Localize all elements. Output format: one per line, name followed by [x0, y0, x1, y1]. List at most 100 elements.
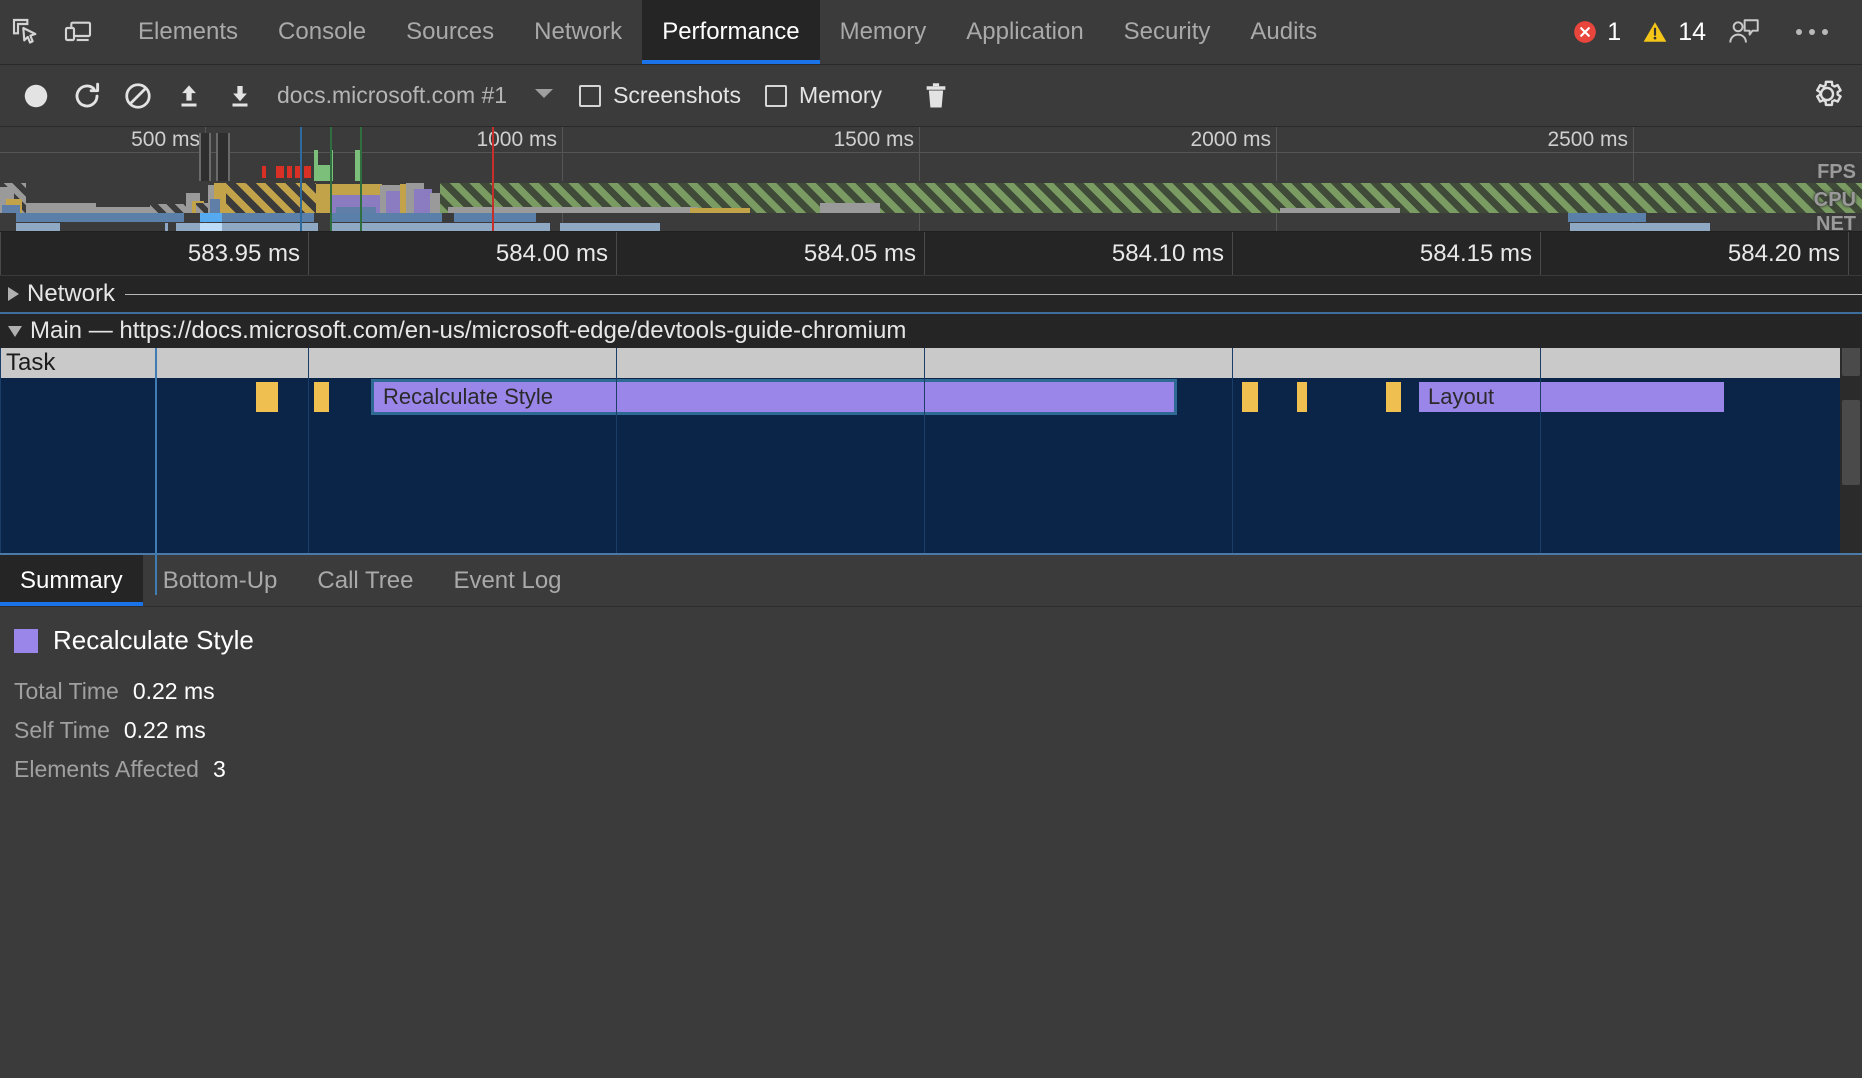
network-request-bar-selected	[200, 213, 222, 222]
summary-row: Self Time 0.22 ms	[14, 717, 1848, 744]
net-error-tick	[276, 166, 284, 178]
flame-event[interactable]	[1386, 382, 1401, 412]
flame-event[interactable]	[1242, 382, 1258, 412]
details-tabs: Summary Bottom-Up Call Tree Event Log	[0, 555, 1862, 607]
memory-checkbox-box[interactable]	[764, 84, 787, 107]
chevron-down-icon[interactable]	[533, 85, 555, 106]
error-count-label: 1	[1607, 17, 1622, 46]
time-ruler-tick: 584.20 ms	[1540, 232, 1848, 275]
network-request-bar	[222, 223, 318, 231]
reload-and-record-button[interactable]	[61, 74, 112, 118]
net-error-tick	[287, 166, 292, 178]
save-profile-button[interactable]	[214, 74, 265, 118]
network-request-bar	[1570, 223, 1710, 231]
cpu-idle-hatch	[150, 204, 186, 213]
cpu-loading-area	[2, 205, 20, 213]
details-tab-call-tree[interactable]: Call Tree	[297, 555, 433, 606]
warning-count-label: 14	[1678, 17, 1706, 46]
time-ruler-tick: 583.95 ms	[0, 232, 308, 275]
capture-settings-gear-icon[interactable]	[1808, 75, 1846, 118]
device-toolbar-icon[interactable]	[52, 0, 104, 64]
screenshots-checkbox-box[interactable]	[579, 84, 602, 107]
flame-event[interactable]: Recalculate Style	[371, 379, 1177, 415]
time-ruler-tick-label: 583.95 ms	[187, 240, 300, 267]
tab-console[interactable]: Console	[258, 0, 386, 64]
clear-button[interactable]	[112, 74, 163, 118]
network-request-bar	[332, 213, 442, 222]
summary-row: Total Time 0.22 ms	[14, 678, 1848, 705]
tab-audits[interactable]: Audits	[1230, 0, 1337, 64]
overview-ruler	[0, 127, 1862, 153]
summary-panel: Recalculate Style Total Time 0.22 ms Self …	[0, 607, 1862, 783]
time-ruler-tick: 584.15 ms	[1232, 232, 1540, 275]
memory-checkbox[interactable]: Memory	[764, 82, 883, 109]
tab-bar-right-actions: 1 14	[1564, 0, 1862, 64]
net-error-tick	[262, 166, 266, 178]
error-icon	[1574, 21, 1597, 43]
flame-event[interactable]	[314, 382, 329, 412]
tab-application[interactable]: Application	[946, 0, 1103, 64]
time-ruler-tick-label: 584.15 ms	[1419, 240, 1532, 267]
caret-right-icon[interactable]	[8, 287, 19, 301]
inspect-element-icon[interactable]	[0, 0, 52, 64]
tab-memory[interactable]: Memory	[820, 0, 947, 64]
main-track-row[interactable]: Main — https://docs.microsoft.com/en-us/…	[0, 312, 1862, 348]
net-error-tick	[304, 166, 311, 178]
tab-performance[interactable]: Performance	[642, 0, 820, 64]
tab-sources[interactable]: Sources	[386, 0, 514, 64]
error-count-button[interactable]: 1	[1564, 18, 1629, 47]
tab-network[interactable]: Network	[514, 0, 642, 64]
selection-end-line[interactable]	[492, 127, 494, 231]
overview-cpu-track	[0, 181, 1862, 213]
summary-row-key: Total Time	[14, 678, 119, 704]
more-options-icon[interactable]	[1774, 29, 1844, 35]
import-profile-button[interactable]	[163, 74, 214, 118]
network-request-bar	[560, 223, 660, 231]
time-ruler-tick-label: 584.10 ms	[1111, 240, 1224, 267]
network-request-bar	[16, 223, 60, 231]
cpu-other-area	[26, 203, 96, 213]
screenshots-checkbox[interactable]: Screenshots	[579, 82, 741, 109]
details-tab-summary[interactable]: Summary	[0, 555, 143, 606]
event-color-swatch	[14, 628, 38, 653]
screenshots-checkbox-label: Screenshots	[613, 82, 741, 108]
flame-event[interactable]	[1297, 382, 1307, 412]
warning-count-button[interactable]: 14	[1633, 18, 1714, 47]
profile-selector-label[interactable]: docs.microsoft.com #1	[277, 82, 507, 109]
flame-event[interactable]	[256, 382, 278, 412]
details-tab-bottom-up[interactable]: Bottom-Up	[143, 555, 298, 606]
time-ruler-tick-label: 584.20 ms	[1727, 240, 1840, 267]
selection-marker-line	[330, 127, 332, 231]
overview-fps-track	[0, 133, 1862, 193]
selection-marker-line	[360, 127, 362, 231]
task-row[interactable]: Task	[0, 348, 1862, 378]
network-request-bar	[16, 213, 184, 222]
timeline-playhead[interactable]	[155, 348, 157, 595]
main-track-label: Main — https://docs.microsoft.com/en-us/…	[30, 317, 907, 344]
overview-network-track	[0, 213, 1862, 231]
timeline-time-ruler: 583.95 ms 584.00 ms 584.05 ms 584.10 ms 584.…	[0, 232, 1862, 276]
feedback-person-icon[interactable]	[1718, 16, 1770, 48]
time-ruler-tick-label: 584.00 ms	[495, 240, 608, 267]
panel-tabs: Elements Console Sources Network Performance…	[118, 0, 1337, 64]
tab-elements[interactable]: Elements	[118, 0, 258, 64]
network-request-bar	[330, 223, 550, 231]
timeline-tracks[interactable]: Network Main — https://docs.microsoft.co…	[0, 276, 1862, 595]
record-button[interactable]	[10, 74, 61, 118]
timeline-overview[interactable]: 4500 ms4000 ms3500 ms3000 ms2500 ms2000 …	[0, 127, 1862, 232]
details-tab-event-log[interactable]: Event Log	[433, 555, 581, 606]
scrollbar-thumb-lower[interactable]	[1842, 400, 1860, 485]
caret-down-icon[interactable]	[8, 325, 22, 337]
summary-event-name: Recalculate Style	[53, 625, 254, 655]
tab-security[interactable]: Security	[1104, 0, 1231, 64]
summary-row-value: 0.22 ms	[123, 717, 206, 743]
network-track-row[interactable]: Network	[0, 276, 1862, 312]
flame-event[interactable]: Layout	[1419, 382, 1724, 412]
time-ruler-tick: 584.10 ms	[924, 232, 1232, 275]
memory-checkbox-label: Memory	[798, 82, 883, 108]
time-ruler-tick: 584.25 ms	[1848, 232, 1862, 275]
network-request-bar	[1568, 213, 1646, 222]
selection-start-line[interactable]	[300, 127, 302, 231]
summary-row-value: 0.22 ms	[132, 678, 215, 704]
collect-garbage-icon[interactable]	[910, 74, 961, 118]
